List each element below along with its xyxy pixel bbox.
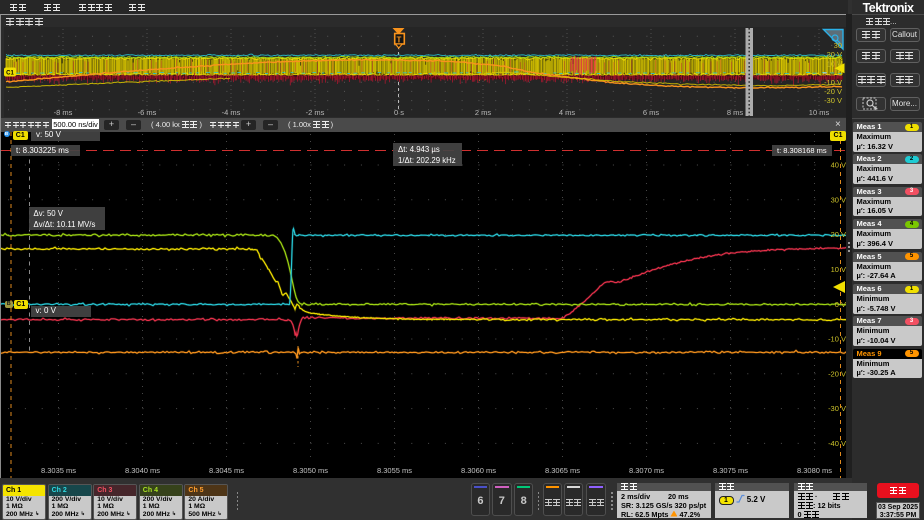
svg-text:8.3070 ms: 8.3070 ms (629, 466, 664, 475)
svg-text:8.3065 ms: 8.3065 ms (545, 466, 580, 475)
svg-text:-2 ms: -2 ms (306, 108, 325, 117)
svg-text:0 V: 0 V (835, 300, 846, 309)
svg-text:2 ms: 2 ms (475, 108, 492, 117)
svg-text:0 s: 0 s (394, 108, 404, 117)
svg-text:8.3055 ms: 8.3055 ms (377, 466, 412, 475)
svg-text:-10 V: -10 V (828, 335, 846, 344)
svg-text:T: T (397, 36, 402, 45)
svg-text:30: 30 (834, 41, 842, 50)
svg-text:-20 V: -20 V (828, 369, 846, 378)
svg-text:-30 V: -30 V (828, 404, 846, 413)
svg-text:-20 V: -20 V (824, 87, 842, 96)
svg-text:8.3080 ms: 8.3080 ms (797, 466, 832, 475)
svg-text:8.3060 ms: 8.3060 ms (461, 466, 496, 475)
svg-text:-6 ms: -6 ms (138, 108, 157, 117)
svg-text:30 V: 30 V (831, 195, 846, 204)
svg-text:C1: C1 (6, 71, 14, 77)
svg-text:4 ms: 4 ms (559, 108, 576, 117)
svg-text:8.3035 ms: 8.3035 ms (41, 466, 76, 475)
svg-text:6 ms: 6 ms (643, 108, 660, 117)
svg-text:-10 V: -10 V (824, 78, 842, 87)
svg-text:8 ms: 8 ms (727, 108, 744, 117)
svg-text:-4 ms: -4 ms (222, 108, 241, 117)
svg-text:8.3045 ms: 8.3045 ms (209, 466, 244, 475)
svg-text:10 V: 10 V (831, 265, 846, 274)
svg-text:8.3075 ms: 8.3075 ms (713, 466, 748, 475)
svg-text:-40 V: -40 V (828, 439, 846, 448)
svg-text:-8 ms: -8 ms (54, 108, 73, 117)
svg-text:-30 V: -30 V (824, 96, 842, 105)
svg-text:40 V: 40 V (831, 161, 846, 170)
svg-text:10 ms: 10 ms (809, 108, 830, 117)
svg-text:20 V: 20 V (831, 230, 846, 239)
svg-text:8.3040 ms: 8.3040 ms (125, 466, 160, 475)
svg-text:8.3050 ms: 8.3050 ms (293, 466, 328, 475)
svg-text:20 V: 20 V (827, 50, 842, 59)
